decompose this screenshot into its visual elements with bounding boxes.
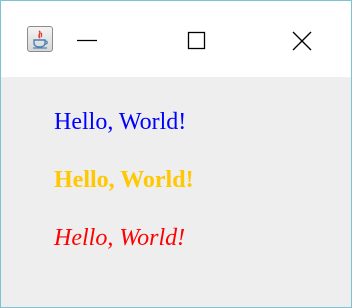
- content-panel: Hello, World! Hello, World! Hello, World…: [1, 77, 351, 307]
- title-bar[interactable]: [1, 1, 351, 77]
- close-button[interactable]: [282, 21, 322, 61]
- maximize-icon: [187, 31, 206, 50]
- hello-label-italic: Hello, World!: [54, 225, 186, 251]
- java-app-icon[interactable]: [27, 26, 53, 52]
- maximize-button[interactable]: [177, 21, 217, 61]
- app-window: Hello, World! Hello, World! Hello, World…: [0, 0, 352, 308]
- hello-label-plain: Hello, World!: [54, 109, 187, 135]
- close-icon: [292, 31, 312, 51]
- minimize-icon: [77, 39, 97, 42]
- hello-label-bold: Hello, World!: [54, 167, 194, 193]
- minimize-button[interactable]: [67, 21, 107, 61]
